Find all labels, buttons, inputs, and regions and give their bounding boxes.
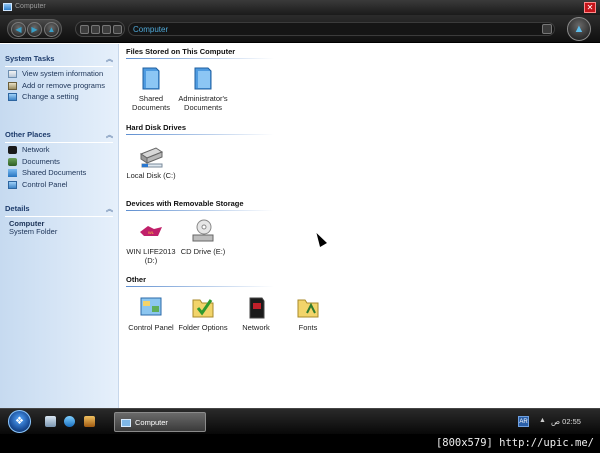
view-tools xyxy=(75,21,125,37)
up-orb-button[interactable]: ▲ xyxy=(567,17,591,41)
local-disk-item[interactable]: Local Disk (C:) xyxy=(123,142,179,181)
add-remove-icon xyxy=(8,81,17,90)
section-header[interactable]: Other Places ︽ xyxy=(5,130,113,143)
blue-folder-icon xyxy=(190,65,216,91)
folder-options-icon xyxy=(190,294,216,320)
network-link[interactable]: Network xyxy=(5,145,113,155)
details-type: System Folder xyxy=(9,227,58,236)
language-indicator[interactable]: AR xyxy=(518,416,529,427)
cd-drive-icon xyxy=(190,218,216,244)
watermark: [800x579] http://upic.me/ xyxy=(0,434,600,453)
navigation-buttons: ◀ ▶ ▲ xyxy=(7,19,62,39)
group-header-files-stored: Files Stored on This Computer xyxy=(126,47,276,59)
address-bar[interactable]: Computer xyxy=(128,22,555,36)
control-panel-icon xyxy=(8,93,17,101)
control-panel-icon xyxy=(8,180,17,189)
computer-icon xyxy=(121,419,131,427)
views-icon[interactable] xyxy=(80,25,89,34)
collapse-icon[interactable]: ︽ xyxy=(106,54,113,64)
file-view: Files Stored on This Computer Shared Doc… xyxy=(120,44,600,408)
address-text: Computer xyxy=(133,25,169,34)
media-player-icon[interactable] xyxy=(84,416,95,427)
shared-documents-item[interactable]: Shared Documents xyxy=(123,65,179,112)
system-tasks-section: System Tasks ︽ View system information A… xyxy=(5,54,113,102)
search-icon[interactable] xyxy=(102,25,111,34)
svg-text:WL: WL xyxy=(148,230,155,235)
tray-expand-icon[interactable]: ▲ xyxy=(539,417,546,424)
documents-icon xyxy=(8,157,17,166)
group-header-removable: Devices with Removable Storage xyxy=(126,199,276,211)
win-life-drive-item[interactable]: WL WIN LIFE2013 (D:) xyxy=(123,218,179,265)
section-header[interactable]: System Tasks ︽ xyxy=(5,54,113,67)
folders-icon[interactable] xyxy=(91,25,100,34)
back-button[interactable]: ◀ xyxy=(11,22,26,37)
administrators-documents-item[interactable]: Administrator's Documents xyxy=(175,65,231,112)
close-button[interactable]: ✕ xyxy=(584,2,596,13)
shared-documents-link[interactable]: Shared Documents xyxy=(5,168,113,178)
title-bar[interactable]: Computer ✕ xyxy=(0,0,600,15)
control-panel-item[interactable]: Control Panel xyxy=(123,294,179,333)
show-desktop-icon[interactable] xyxy=(45,416,56,427)
blue-folder-icon xyxy=(138,65,164,91)
shared-documents-icon xyxy=(8,169,17,177)
control-panel-icon xyxy=(138,294,164,320)
view-system-info-link[interactable]: View system information xyxy=(5,69,113,79)
section-header[interactable]: Details ︽ xyxy=(5,204,113,217)
collapse-icon[interactable]: ︽ xyxy=(106,204,113,214)
toolbar: ◀ ▶ ▲ Computer ▲ xyxy=(0,15,600,43)
network-item[interactable]: Network xyxy=(228,294,284,333)
hard-disk-icon xyxy=(138,142,164,168)
cd-drive-item[interactable]: CD Drive (E:) xyxy=(175,218,231,257)
window-title: Computer xyxy=(15,3,46,10)
other-places-section: Other Places ︽ Network Documents Shared … xyxy=(5,130,113,189)
system-info-icon xyxy=(8,70,17,78)
collapse-icon[interactable]: ︽ xyxy=(106,130,113,140)
group-header-hard-disks: Hard Disk Drives xyxy=(126,123,276,135)
add-remove-programs-link[interactable]: Add or remove programs xyxy=(5,81,113,91)
mouse-cursor-icon xyxy=(313,230,327,248)
explorer-window: Computer ✕ ◀ ▶ ▲ Computer ▲ System Tasks… xyxy=(0,0,600,408)
control-panel-link[interactable]: Control Panel xyxy=(5,180,113,190)
group-header-other: Other xyxy=(126,275,276,287)
taskbar: ❖ Computer AR ▲ 02:55 ص xyxy=(0,408,600,434)
change-setting-link[interactable]: Change a setting xyxy=(5,92,113,102)
forward-button[interactable]: ▶ xyxy=(27,22,42,37)
network-icon xyxy=(243,294,269,320)
internet-explorer-icon[interactable] xyxy=(64,416,75,427)
clock[interactable]: 02:55 ص xyxy=(551,417,581,426)
folder-options-item[interactable]: Folder Options xyxy=(175,294,231,333)
fonts-item[interactable]: Fonts xyxy=(280,294,336,333)
computer-icon xyxy=(3,3,12,11)
start-button[interactable]: ❖ xyxy=(8,410,31,433)
dvd-drive-icon: WL xyxy=(138,218,164,244)
network-icon xyxy=(8,146,17,154)
task-pane: System Tasks ︽ View system information A… xyxy=(0,44,119,408)
fonts-icon xyxy=(295,294,321,320)
details-section: Details ︽ Computer System Folder xyxy=(5,204,113,236)
refresh-icon[interactable] xyxy=(542,24,552,34)
documents-link[interactable]: Documents xyxy=(5,157,113,167)
up-button[interactable]: ▲ xyxy=(44,22,59,37)
grid-icon[interactable] xyxy=(113,25,122,34)
taskbar-button-computer[interactable]: Computer xyxy=(114,412,206,432)
